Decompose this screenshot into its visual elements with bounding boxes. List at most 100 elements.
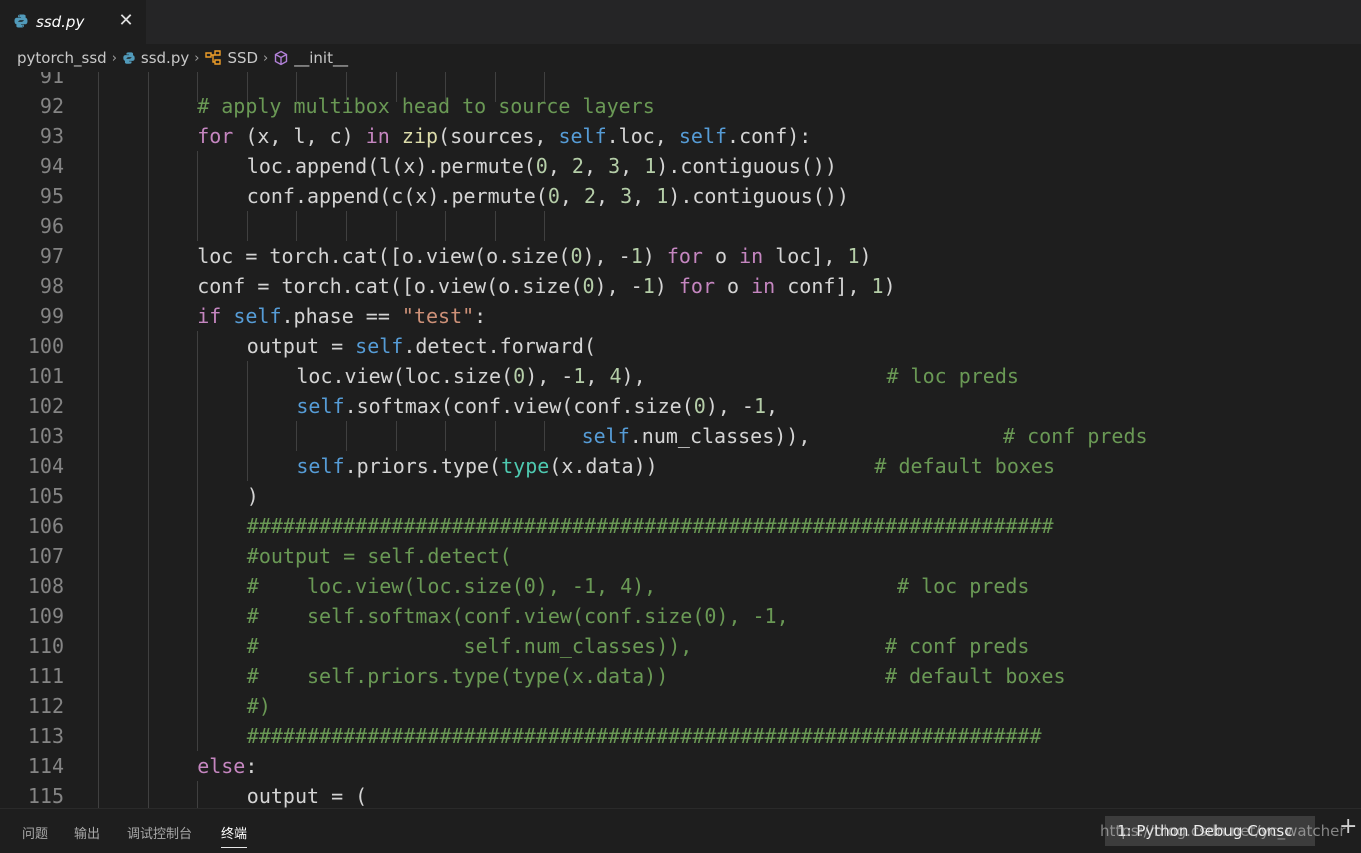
breadcrumb-file-label: ssd.py [140, 49, 190, 67]
line-number: 98 [39, 274, 64, 298]
code-line: 96 [0, 211, 1361, 241]
code-token: ), [621, 364, 887, 388]
panel-tab-debug-console[interactable]: 调试控制台 [127, 823, 192, 842]
code-token: ), - [525, 364, 574, 388]
line-number: 102 [27, 394, 64, 418]
code-token: self [296, 454, 345, 478]
code-text: output = self.detect.forward( [247, 331, 596, 361]
code-line: 99 if self.phase == "test": [0, 301, 1361, 331]
code-line: 102 self.softmax(conf.view(conf.size(0), … [0, 391, 1361, 421]
code-token: for [197, 124, 234, 148]
code-token: output = ( [246, 784, 368, 808]
code-line: 91 [0, 72, 1361, 91]
code-token: 2 [583, 184, 597, 208]
code-token: self [296, 394, 345, 418]
code-token: ), - [594, 274, 643, 298]
code-token: conf.append(c(x).permute( [246, 184, 548, 208]
code-token: ) [246, 484, 259, 508]
breadcrumb-file[interactable]: ssd.py [122, 49, 189, 67]
code-token: for [666, 244, 703, 268]
code-token: .num_classes)), [629, 424, 1004, 448]
code-text: conf = torch.cat([o.view(o.size(0), -1) … [197, 271, 895, 301]
code-editor[interactable]: 91 92 # apply multibox head to source laye… [0, 72, 1361, 808]
code-token: # default boxes [874, 454, 1056, 478]
code-token: 1 [644, 154, 657, 178]
code-token: , [596, 184, 621, 208]
editor-tab-ssd-py[interactable]: ssd.py ✕ [0, 0, 146, 44]
code-token: else [197, 754, 246, 778]
code-token: self [678, 124, 728, 148]
code-token: 0 [535, 154, 548, 178]
code-text: # self.num_classes)), # conf preds [247, 631, 1030, 661]
plus-icon[interactable]: + [1339, 814, 1357, 839]
panel-tab-output[interactable]: 输出 [74, 823, 100, 842]
chevron-right-icon: › [194, 50, 200, 66]
line-number: 106 [27, 514, 64, 538]
code-text: loc = torch.cat([o.view(o.size(0), -1) f… [197, 241, 871, 271]
code-line: 110 # self.num_classes)), # conf preds [0, 631, 1361, 661]
code-token: .phase == [281, 304, 402, 328]
code-token: if [197, 304, 222, 328]
line-number: 94 [39, 154, 64, 178]
code-token: # conf preds [1003, 424, 1148, 448]
tab-label: ssd.py [36, 13, 85, 31]
code-token: self [233, 304, 282, 328]
code-text: # loc.view(loc.size(0), -1, 4), # loc pr… [247, 571, 1030, 601]
breadcrumb-class-label: SSD [227, 49, 259, 67]
code-token: 1 [642, 274, 655, 298]
close-icon[interactable]: ✕ [117, 10, 135, 32]
code-token: (x, l, c) [233, 124, 366, 148]
code-token: (sources, [438, 124, 559, 148]
terminal-select[interactable]: 1: Python Debug Consc [1105, 816, 1315, 846]
code-token: #) [246, 694, 271, 718]
code-line: 94 loc.append(l(x).permute(0, 2, 3, 1).co… [0, 151, 1361, 181]
breadcrumb-method[interactable]: __init__ [273, 49, 348, 67]
code-text: #output = self.detect( [247, 541, 512, 571]
panel-tab-terminal[interactable]: 终端 [221, 823, 248, 848]
breadcrumb-folder[interactable]: pytorch_ssd [17, 49, 107, 67]
line-number: 93 [39, 124, 64, 148]
code-token: ).contiguous()) [668, 184, 849, 208]
code-token: , [585, 364, 610, 388]
code-token: , [547, 154, 572, 178]
code-token: 1 [753, 394, 767, 418]
code-token: 2 [571, 154, 584, 178]
code-token: .conf): [727, 124, 812, 148]
code-line: 114 else: [0, 751, 1361, 781]
code-token: o [702, 244, 740, 268]
code-token: 1 [847, 244, 860, 268]
python-file-icon [123, 52, 135, 64]
code-line: 109 # self.softmax(conf.view(conf.size(0)… [0, 601, 1361, 631]
code-token: ) [642, 244, 667, 268]
line-number: 95 [39, 184, 64, 208]
code-line: 101 loc.view(loc.size(0), -1, 4), # loc p… [0, 361, 1361, 391]
code-token: 0 [693, 394, 706, 418]
code-token: .detect.forward( [403, 334, 596, 358]
code-line: 92 # apply multibox head to source layers [0, 91, 1361, 121]
breadcrumb-class[interactable]: SSD [204, 49, 258, 67]
code-token: loc.view(loc.size( [296, 364, 514, 388]
code-token: , [632, 184, 657, 208]
panel-tab-problems[interactable]: 问题 [22, 823, 48, 842]
code-token: ), - [582, 244, 631, 268]
line-number: 103 [27, 424, 64, 448]
code-token: o [714, 274, 752, 298]
code-text: loc.append(l(x).permute(0, 2, 3, 1).cont… [247, 151, 837, 181]
code-line: 112 #) [0, 691, 1361, 721]
code-line: 105) [0, 481, 1361, 511]
code-token: self [558, 124, 607, 148]
code-text: # self.softmax(conf.view(conf.size(0), -… [247, 601, 789, 631]
code-line: 108 # loc.view(loc.size(0), -1, 4), # loc… [0, 571, 1361, 601]
code-line: 115 output = ( [0, 781, 1361, 808]
code-token: 1 [573, 364, 586, 388]
code-token: 0 [547, 184, 560, 208]
chevron-right-icon: › [263, 50, 269, 66]
code-token: in [751, 274, 776, 298]
code-token: "test" [401, 304, 475, 328]
code-line: 93 for (x, l, c) in zip(sources, self.loc… [0, 121, 1361, 151]
line-number: 114 [27, 754, 64, 778]
code-token: ########################################… [246, 724, 1042, 748]
code-token: # self.priors.type(type(x.data)) # defau… [246, 664, 1066, 688]
python-file-icon [14, 14, 28, 28]
code-token: 1 [871, 274, 884, 298]
